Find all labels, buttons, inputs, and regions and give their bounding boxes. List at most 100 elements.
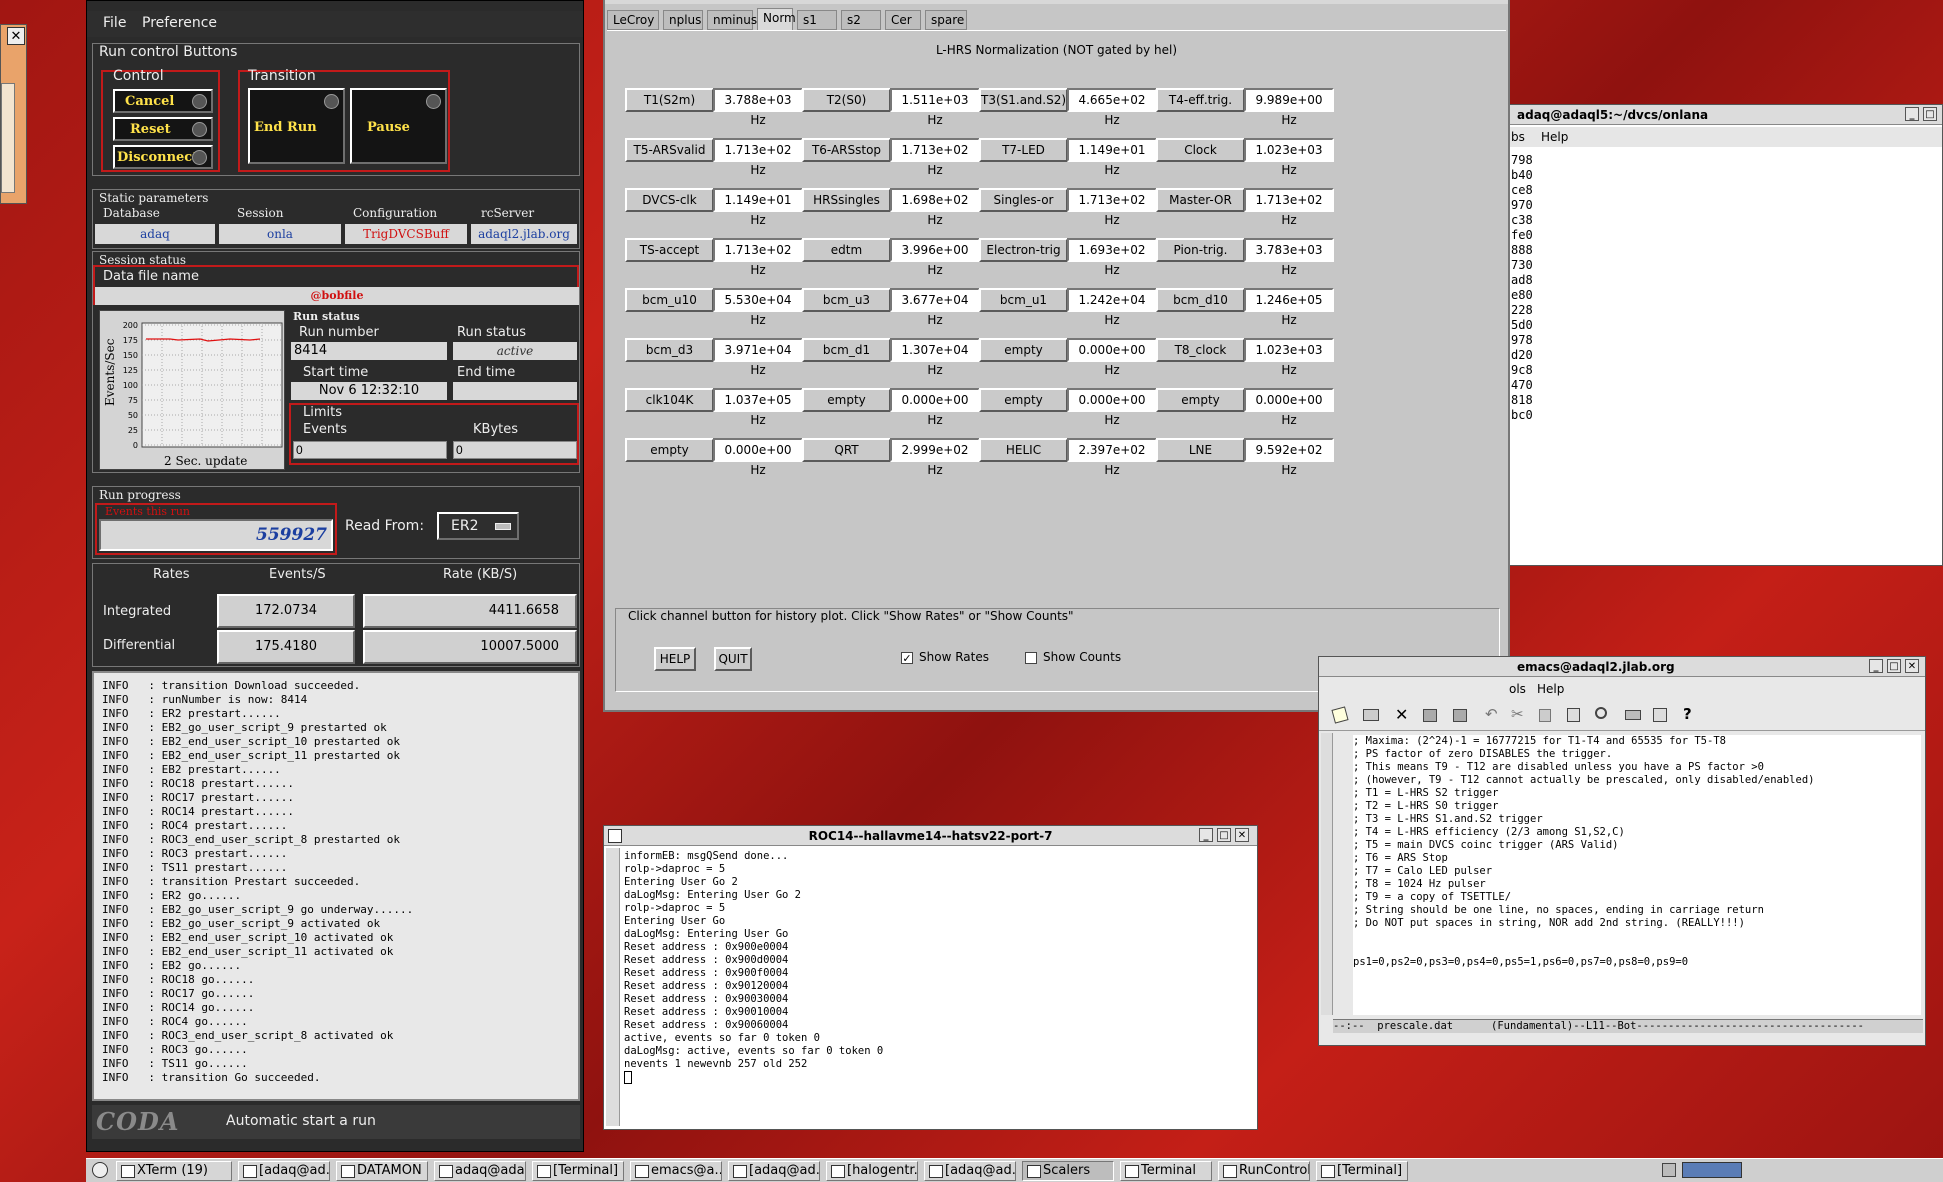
channel-button[interactable]: T7-LED bbox=[979, 138, 1068, 162]
channel-button[interactable]: HRSsingles bbox=[802, 188, 891, 212]
channel-button[interactable]: bcm_d3 bbox=[625, 338, 714, 362]
tab-cer[interactable]: Cer bbox=[885, 10, 921, 30]
pause-button[interactable]: Pause bbox=[350, 88, 447, 164]
channel-button[interactable]: Singles-or bbox=[979, 188, 1068, 212]
show-rates-checkbox[interactable]: ✓ bbox=[901, 652, 913, 664]
taskbar-item[interactable]: XTerm (19) bbox=[116, 1161, 232, 1181]
runcontrol-log[interactable]: INFO : transition Download succeeded. INF… bbox=[92, 671, 580, 1101]
events-limit-input[interactable] bbox=[293, 441, 447, 459]
channel-button[interactable]: T2(S0) bbox=[802, 88, 891, 112]
xterm-menu-help[interactable]: Help bbox=[1541, 130, 1568, 144]
paste-icon[interactable] bbox=[1567, 708, 1580, 722]
copy-icon[interactable] bbox=[1539, 709, 1551, 722]
show-counts-checkbox[interactable] bbox=[1025, 652, 1037, 664]
channel-button[interactable]: DVCS-clk bbox=[625, 188, 714, 212]
taskbar-item[interactable]: DATAMON ... bbox=[336, 1161, 428, 1181]
taskbar-item[interactable]: emacs@a... bbox=[630, 1161, 722, 1181]
channel-button[interactable]: Electron-trig bbox=[979, 238, 1068, 262]
taskbar-menu-icon[interactable] bbox=[92, 1162, 108, 1178]
channel-button[interactable]: T4-eff.trig. bbox=[1156, 88, 1245, 112]
close-icon[interactable]: ✕ bbox=[1235, 828, 1249, 842]
taskbar-item[interactable]: [adaq@ad... bbox=[924, 1161, 1016, 1181]
channel-button[interactable]: Master-OR bbox=[1156, 188, 1245, 212]
taskbar-item[interactable]: [Terminal] bbox=[532, 1161, 624, 1181]
taskbar-item[interactable]: [adaq@ad... bbox=[728, 1161, 820, 1181]
channel-button[interactable]: bcm_d1 bbox=[802, 338, 891, 362]
roc-scrollbar[interactable] bbox=[606, 848, 620, 1126]
minimize-icon[interactable]: _ bbox=[1905, 107, 1919, 121]
taskbar-item[interactable]: [adaq@ad... bbox=[238, 1161, 330, 1181]
channel-button[interactable]: T8_clock bbox=[1156, 338, 1245, 362]
channel-button[interactable]: HELIC bbox=[979, 438, 1068, 462]
tab-nminus[interactable]: nminus bbox=[707, 10, 757, 30]
channel-button[interactable]: bcm_u3 bbox=[802, 288, 891, 312]
disconnect-button[interactable]: Disconnect bbox=[113, 145, 213, 169]
taskbar-item[interactable]: Terminal bbox=[1120, 1161, 1212, 1181]
kbytes-limit-input[interactable] bbox=[453, 441, 577, 459]
xterm-output[interactable]: 798 b40 ce8 970 c38 fe0 888 730 ad8 e80 228 5d0 978 d… bbox=[1511, 153, 1711, 553]
tab-nplus[interactable]: nplus bbox=[663, 10, 703, 30]
channel-button[interactable]: Clock bbox=[1156, 138, 1245, 162]
menu-file[interactable]: File bbox=[103, 15, 126, 31]
show-rates-label[interactable]: Show Rates bbox=[919, 650, 989, 664]
channel-button[interactable]: empty bbox=[625, 438, 714, 462]
tab-s2[interactable]: s2 bbox=[841, 10, 881, 30]
channel-button[interactable]: bcm_d10 bbox=[1156, 288, 1245, 312]
emacs-fringe[interactable] bbox=[1321, 733, 1333, 1015]
show-counts-label[interactable]: Show Counts bbox=[1043, 650, 1121, 664]
help-icon[interactable]: ? bbox=[1683, 705, 1692, 723]
emacs-buffer[interactable]: ; Maxima: (2^24)-1 = 16777215 for T1-T4 … bbox=[1353, 735, 1921, 1015]
maximize-icon[interactable]: □ bbox=[1217, 828, 1231, 842]
tab-norm[interactable]: Norm bbox=[757, 8, 796, 31]
close-icon[interactable]: ✕ bbox=[1905, 659, 1919, 673]
undo-icon[interactable]: ↶ bbox=[1485, 705, 1498, 723]
xterm-menu-bs[interactable]: bs bbox=[1511, 130, 1525, 144]
tab-spare[interactable]: spare bbox=[925, 10, 967, 30]
channel-button[interactable]: LNE bbox=[1156, 438, 1245, 462]
minimize-icon[interactable]: _ bbox=[1869, 659, 1883, 673]
preferences-icon[interactable] bbox=[1653, 708, 1667, 722]
taskbar-item[interactable]: RunControl bbox=[1218, 1161, 1310, 1181]
channel-button[interactable]: empty bbox=[802, 388, 891, 412]
emacs-menu-help[interactable]: Help bbox=[1537, 682, 1564, 696]
read-from-select[interactable]: ER2 bbox=[437, 512, 519, 540]
maximize-icon[interactable]: □ bbox=[1923, 107, 1937, 121]
cancel-button[interactable]: Cancel bbox=[113, 89, 213, 113]
channel-button[interactable]: QRT bbox=[802, 438, 891, 462]
channel-button[interactable]: Pion-trig. bbox=[1156, 238, 1245, 262]
channel-button[interactable]: bcm_u1 bbox=[979, 288, 1068, 312]
tray-icon[interactable] bbox=[1662, 1163, 1676, 1177]
emacs-menu-tools[interactable]: ols bbox=[1509, 682, 1526, 696]
help-button[interactable]: HELP bbox=[654, 647, 696, 671]
channel-button[interactable]: clk104K bbox=[625, 388, 714, 412]
tab-s1[interactable]: s1 bbox=[797, 10, 837, 30]
end-run-button[interactable]: End Run bbox=[248, 88, 345, 164]
channel-button[interactable]: T3(S1.and.S2) bbox=[979, 88, 1068, 112]
save-as-icon[interactable] bbox=[1453, 709, 1467, 722]
new-file-icon[interactable] bbox=[1331, 706, 1349, 724]
open-folder-icon[interactable] bbox=[1363, 709, 1379, 721]
close-icon[interactable]: ✕ bbox=[7, 27, 25, 45]
channel-button[interactable]: empty bbox=[979, 338, 1068, 362]
channel-button[interactable]: edtm bbox=[802, 238, 891, 262]
channel-button[interactable]: bcm_u10 bbox=[625, 288, 714, 312]
pager-icon[interactable] bbox=[1682, 1162, 1742, 1178]
tab-lecroy[interactable]: LeCroy bbox=[607, 10, 659, 30]
channel-button[interactable]: T1(S2m) bbox=[625, 88, 714, 112]
channel-button[interactable]: T6-ARSstop bbox=[802, 138, 891, 162]
cut-icon[interactable]: ✂ bbox=[1511, 705, 1524, 723]
taskbar-item[interactable]: [halogentr... bbox=[826, 1161, 918, 1181]
minimize-icon[interactable]: _ bbox=[1199, 828, 1213, 842]
save-icon[interactable] bbox=[1423, 709, 1437, 722]
roc-terminal-output[interactable]: informEB: msgQSend done... rolp->daproc =… bbox=[624, 850, 1244, 1120]
channel-button[interactable]: empty bbox=[1156, 388, 1245, 412]
menu-preference[interactable]: Preference bbox=[142, 15, 217, 31]
channel-button[interactable]: T5-ARSvalid bbox=[625, 138, 714, 162]
taskbar-item[interactable]: [Terminal] bbox=[1316, 1161, 1408, 1181]
channel-button[interactable]: TS-accept bbox=[625, 238, 714, 262]
quit-button[interactable]: QUIT bbox=[714, 647, 752, 671]
channel-button[interactable]: empty bbox=[979, 388, 1068, 412]
maximize-icon[interactable]: □ bbox=[1887, 659, 1901, 673]
taskbar-item[interactable]: adaq@ada... bbox=[434, 1161, 526, 1181]
taskbar-item[interactable]: Scalers bbox=[1022, 1161, 1114, 1181]
